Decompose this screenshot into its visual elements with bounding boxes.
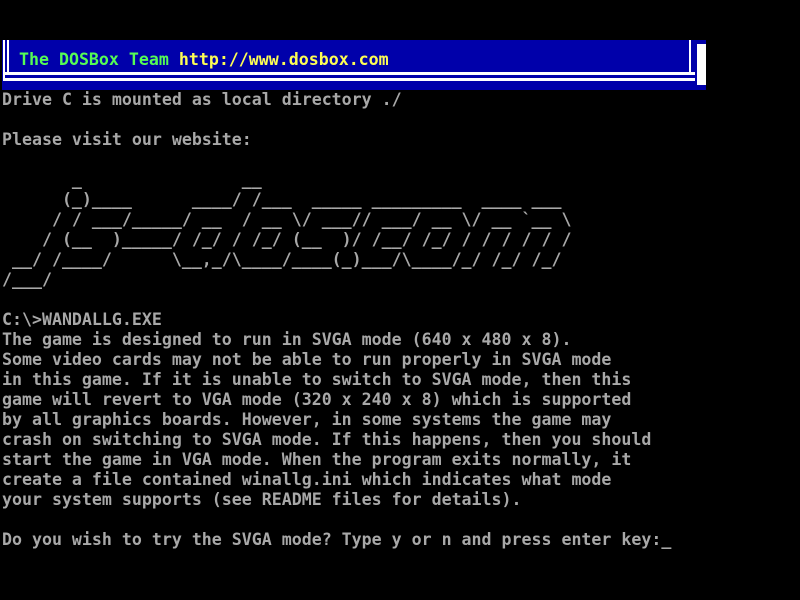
prompt-text: Do you wish to try the SVGA mode? Type y… — [2, 530, 661, 549]
banner-border-right-outer — [697, 44, 706, 85]
website-prompt-line: Please visit our website: — [2, 130, 252, 150]
banner-border-right-inner — [689, 40, 691, 75]
banner-border-bottom-line — [3, 78, 695, 81]
banner-border-bottom-top-line — [3, 72, 695, 75]
banner-border-left-inner — [7, 40, 9, 75]
game-info-text: The game is designed to run in SVGA mode… — [2, 330, 651, 510]
dosbox-screen: The DOSBox Team http://www.dosbox.com Dr… — [0, 0, 800, 600]
dos-display: The DOSBox Team http://www.dosbox.com Dr… — [0, 40, 800, 552]
dosbox-banner: The DOSBox Team http://www.dosbox.com — [2, 40, 706, 90]
command-line: C:\>WANDALLG.EXE — [2, 310, 162, 330]
svga-mode-prompt[interactable]: Do you wish to try the SVGA mode? Type y… — [2, 530, 671, 550]
banner-text: The DOSBox Team http://www.dosbox.com — [19, 50, 389, 70]
dosbox-team-label: The DOSBox Team — [19, 50, 179, 69]
jsdos-ascii-logo: _ __ (_)____ ____/ /___ _____ _________ … — [2, 170, 571, 290]
text-cursor[interactable]: _ — [661, 530, 671, 549]
mount-status-line: Drive C is mounted as local directory ./ — [2, 90, 402, 110]
dosbox-url: http://www.dosbox.com — [179, 50, 389, 69]
